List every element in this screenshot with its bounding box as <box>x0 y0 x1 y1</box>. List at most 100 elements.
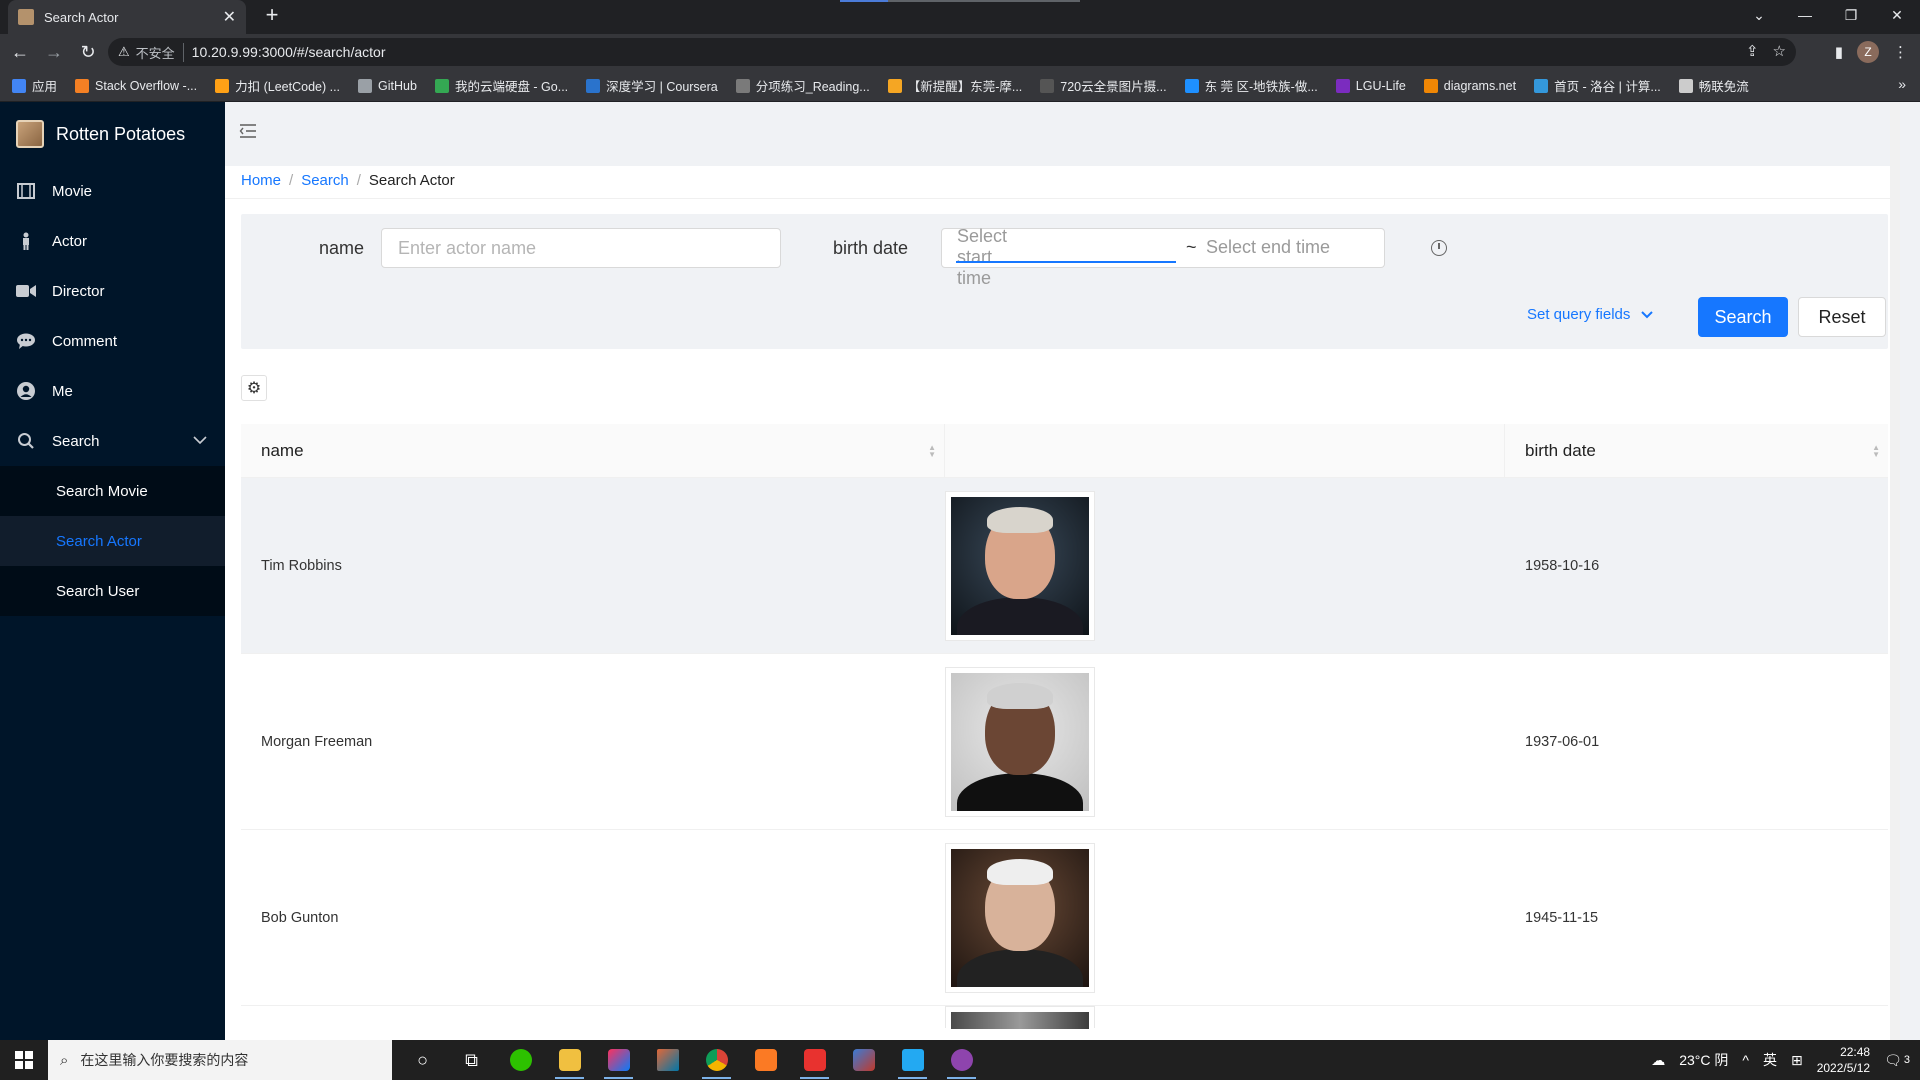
matlab-icon[interactable] <box>643 1040 692 1080</box>
submenu-item-search-actor[interactable]: Search Actor <box>0 516 225 566</box>
chat-bubble-icon <box>16 331 36 351</box>
sidebar-item-me[interactable]: Me <box>0 366 225 416</box>
more-bookmarks-icon[interactable]: » <box>1898 76 1906 92</box>
bookmark-item[interactable]: 畅联免流 <box>1678 76 1749 95</box>
weather-icon[interactable]: ☁ <box>1651 1052 1665 1069</box>
actor-name-input[interactable]: Enter actor name <box>381 228 781 268</box>
table-body: Tim Robbins 1958-10-16 Morgan Freeman 1937-… <box>241 478 1888 1006</box>
task-view-icon[interactable]: ⧉ <box>447 1040 496 1080</box>
intellij-icon[interactable] <box>594 1040 643 1080</box>
submenu-item-search-user[interactable]: Search User <box>0 566 225 616</box>
birth-date-range-picker[interactable]: Select start time ~ Select end time <box>941 226 1385 288</box>
app-logo[interactable]: Rotten Potatoes <box>0 102 225 166</box>
bookmark-label: Stack Overflow -... <box>95 78 198 93</box>
taskbar-clock[interactable]: 22:48 2022/5/12 <box>1817 1044 1870 1076</box>
bookmark-item[interactable]: 【新提醒】东莞-摩... <box>887 76 1022 95</box>
bookmark-item[interactable]: 应用 <box>12 76 57 95</box>
bookmark-item[interactable]: 720云全景图片摄... <box>1040 76 1167 95</box>
scrollbar[interactable] <box>1890 102 1900 1040</box>
wechat-icon[interactable] <box>496 1040 545 1080</box>
tray-chevron-icon[interactable]: ^ <box>1742 1052 1749 1068</box>
sidebar-item-actor[interactable]: Actor <box>0 216 225 266</box>
actor-photo[interactable] <box>945 842 1095 993</box>
table-settings-button[interactable]: ⚙ <box>241 375 267 401</box>
profile-avatar[interactable]: Z <box>1857 41 1879 63</box>
table-row[interactable]: Tim Robbins 1958-10-16 <box>241 478 1888 654</box>
paint-icon[interactable] <box>839 1040 888 1080</box>
share-icon[interactable]: ⇪ <box>1746 42 1759 60</box>
sidebar-item-director[interactable]: Director <box>0 266 225 316</box>
vscode-icon[interactable] <box>888 1040 937 1080</box>
tab-search-icon[interactable]: ⌄ <box>1736 0 1782 30</box>
video-camera-icon <box>16 281 36 301</box>
bookmark-item[interactable]: 东 莞 区-地铁族-做... <box>1184 76 1318 95</box>
warning-icon[interactable]: ⚠ <box>118 44 130 60</box>
minimize-icon[interactable]: — <box>1782 0 1828 30</box>
file-explorer-icon[interactable] <box>545 1040 594 1080</box>
birth-date-label: birth date <box>833 238 909 258</box>
film-icon <box>16 181 36 201</box>
wps-icon[interactable] <box>790 1040 839 1080</box>
table-row[interactable]: Morgan Freeman 1937-06-01 <box>241 654 1888 830</box>
set-query-fields-button[interactable]: Set query fields <box>1527 306 1654 323</box>
security-label[interactable]: 不安全 <box>136 42 184 62</box>
sort-icon[interactable]: ▲ ▼ <box>1872 444 1880 459</box>
close-tab-icon[interactable]: ✕ <box>223 7 236 27</box>
breadcrumb-separator: / <box>289 172 294 189</box>
xampp-icon[interactable] <box>741 1040 790 1080</box>
cortana-icon[interactable]: ○ <box>398 1040 447 1080</box>
bookmark-item[interactable]: GitHub <box>358 78 417 93</box>
magnifier-icon: ⌕ <box>60 1051 69 1069</box>
bookmark-item[interactable]: Stack Overflow -... <box>75 78 198 93</box>
reset-button[interactable]: Reset <box>1798 297 1886 337</box>
back-icon[interactable]: ← <box>6 38 34 66</box>
actor-photo[interactable] <box>945 666 1095 817</box>
chrome-icon[interactable] <box>692 1040 741 1080</box>
reload-icon[interactable]: ↻ <box>74 38 102 66</box>
sidebar-item-movie[interactable]: Movie <box>0 166 225 216</box>
notification-icon[interactable]: 🗨 <box>1884 1052 1902 1069</box>
browser-tab[interactable]: Search Actor ✕ <box>8 0 246 34</box>
column-header-name[interactable]: name ▲ ▼ <box>241 424 945 477</box>
column-header-birth-date[interactable]: birth date ▲ ▼ <box>1505 424 1888 477</box>
forward-icon[interactable]: → <box>40 38 68 66</box>
table-row[interactable]: Bob Gunton 1945-11-15 <box>241 830 1888 1006</box>
bookmark-item[interactable]: 深度学习 | Coursera <box>586 76 718 95</box>
ime-indicator[interactable]: 英 <box>1763 1050 1777 1070</box>
breadcrumb-search[interactable]: Search <box>301 172 349 189</box>
search-button[interactable]: Search <box>1698 297 1788 337</box>
submenu-item-search-movie[interactable]: Search Movie <box>0 466 225 516</box>
bookmark-item[interactable]: 首页 - 洛谷 | 计算... <box>1534 76 1661 95</box>
bookmark-item[interactable]: diagrams.net <box>1423 78 1516 93</box>
sidebar-item-search[interactable]: Search <box>0 416 225 466</box>
url-text[interactable]: 10.20.9.99:3000/#/search/actor <box>192 44 386 60</box>
weather-text[interactable]: 23°C 阴 <box>1679 1050 1728 1070</box>
close-window-icon[interactable]: ✕ <box>1874 0 1920 30</box>
bookmark-item[interactable]: 力扣 (LeetCode) ... <box>215 76 340 95</box>
end-date-input[interactable]: Select end time <box>1206 237 1330 258</box>
bookmark-favicon-icon <box>1678 78 1693 93</box>
clock-icon[interactable] <box>1431 240 1447 256</box>
bookmark-item[interactable]: 我的云端硬盘 - Go... <box>434 76 568 95</box>
browser-menu-icon[interactable]: ⋮ <box>1893 43 1908 61</box>
menu-fold-icon[interactable] <box>239 122 257 145</box>
address-bar[interactable]: ⚠ 不安全 10.20.9.99:3000/#/search/actor ⇪ ☆ <box>108 38 1796 66</box>
new-tab-button[interactable]: + <box>258 2 286 28</box>
actor-photo[interactable] <box>945 490 1095 641</box>
side-panel-icon[interactable]: ▮ <box>1835 43 1843 61</box>
bookmark-favicon-icon <box>75 78 90 93</box>
bookmark-star-icon[interactable]: ☆ <box>1773 42 1786 60</box>
ime-grid-icon[interactable]: ⊞ <box>1791 1052 1803 1069</box>
sidebar-item-comment[interactable]: Comment <box>0 316 225 366</box>
bookmark-item[interactable]: 分项练习_Reading... <box>735 76 870 95</box>
taskbar-search-input[interactable]: ⌕ 在这里输入你要搜索的内容 <box>48 1040 392 1080</box>
column-title: birth date <box>1525 440 1596 460</box>
sort-icon[interactable]: ▲ ▼ <box>928 444 936 459</box>
bookmark-label: LGU-Life <box>1355 78 1406 93</box>
breadcrumb-home[interactable]: Home <box>241 172 281 189</box>
restore-icon[interactable]: ❐ <box>1828 0 1874 30</box>
windows-start-icon[interactable] <box>0 1040 48 1080</box>
start-date-input[interactable]: Select start time <box>957 226 1007 288</box>
github-desktop-icon[interactable] <box>937 1040 986 1080</box>
bookmark-item[interactable]: LGU-Life <box>1335 78 1406 93</box>
